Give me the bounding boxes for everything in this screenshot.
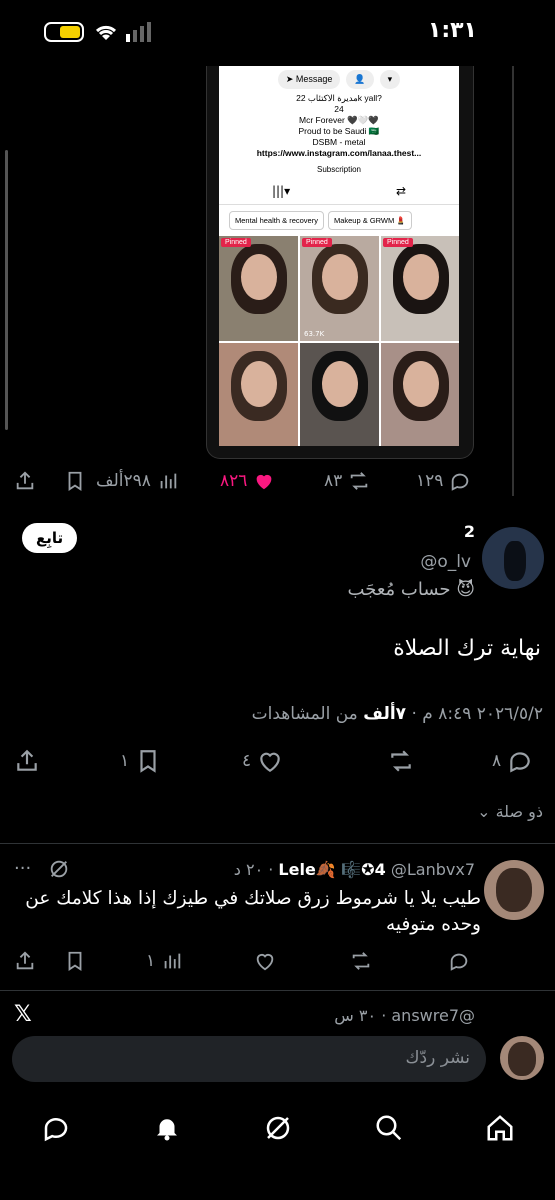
user-handle[interactable]: @o_lv (420, 552, 471, 572)
message-button: ➤ Message (277, 70, 341, 89)
share-button[interactable] (14, 748, 40, 774)
reply-button[interactable]: ٨ (492, 748, 533, 774)
repost-button[interactable]: ٨٣ (324, 470, 370, 492)
follow-button[interactable]: تابِع (22, 523, 78, 553)
display-name[interactable]: 2 (464, 522, 475, 541)
share-button[interactable] (14, 470, 36, 492)
signal-icon (126, 22, 151, 42)
status-bar: ١:٣١ (0, 0, 555, 66)
like-button[interactable]: ٤ (242, 748, 283, 774)
repost-icon (352, 952, 370, 970)
post-text: نهاية ترك الصلاة (393, 636, 541, 661)
share-icon (16, 951, 34, 970)
analytics-icon (164, 953, 181, 969)
video-thumb: Pinned 63.7K (300, 236, 379, 341)
views-button[interactable]: ٢٩٨ألف (96, 470, 179, 492)
battery-icon (44, 22, 84, 42)
chevron-down-icon: ⌄ (477, 802, 491, 821)
wifi-icon (95, 25, 117, 40)
home-icon[interactable] (485, 1113, 515, 1143)
analytics-icon (160, 473, 177, 489)
bookmark-icon (140, 750, 156, 773)
video-thumb: Pinned (381, 236, 459, 341)
avatar[interactable] (484, 860, 544, 920)
thread-connector (512, 66, 514, 496)
notifications-icon[interactable] (152, 1113, 182, 1143)
reply-icon (450, 953, 468, 971)
search-icon[interactable] (374, 1113, 404, 1143)
profile-screenshot: ➤ Message 👤 ▾ مديرة الاكتئاب 22k yall? 2… (219, 66, 459, 446)
heart-icon (260, 752, 280, 773)
bookmark-button[interactable] (64, 470, 86, 492)
chip: Makeup & GRWM 💄 (327, 211, 412, 230)
grok-icon[interactable] (48, 858, 70, 880)
reply-text: طيب يلا يا شرموط زرق صلاتك في طيزك إذا ه… (25, 888, 481, 935)
reply-input[interactable]: نشر ردّك (12, 1036, 486, 1082)
grid-icon: |||▾ (271, 184, 291, 198)
subscription-label: Subscription (316, 165, 362, 174)
repost-icon (351, 472, 368, 490)
repost-button[interactable] (350, 950, 372, 972)
reply-button[interactable]: ١٢٩ (416, 470, 471, 492)
heart-icon (256, 954, 274, 971)
x-logo-icon[interactable]: 𝕏 (14, 1002, 32, 1027)
repost-icon: ⇄ (395, 184, 407, 198)
video-thumb (381, 343, 459, 446)
views-button[interactable]: ١ (146, 950, 183, 972)
bottom-nav (0, 1098, 555, 1158)
repost-icon (391, 750, 411, 772)
post-meta: ٢٠٢٦/٥/٢ ٨:٤٩ م · ٧ألف من المشاهدات (251, 704, 543, 724)
reply-header[interactable]: @answre7 · ٣٠ س (334, 1006, 475, 1025)
profile-tabs: |||▾ ⇄ (219, 184, 459, 205)
profile-link: https://www.instagram.com/lanaa.thest... (256, 148, 422, 158)
grok-icon[interactable] (263, 1113, 293, 1143)
bookmark-icon (68, 471, 82, 491)
scrollbar[interactable] (5, 150, 8, 430)
divider (0, 843, 555, 844)
chevron-down-icon: ▾ (379, 70, 401, 89)
my-avatar[interactable] (500, 1036, 544, 1080)
post-media[interactable]: ➤ Message 👤 ▾ مديرة الاكتئاب 22k yall? 2… (206, 66, 474, 459)
bookmark-button[interactable] (64, 950, 86, 972)
video-thumb (219, 343, 298, 446)
messages-icon[interactable] (41, 1113, 71, 1143)
add-user-icon: 👤 (346, 70, 374, 89)
profile-actions: ➤ Message 👤 ▾ (219, 70, 459, 89)
more-icon[interactable]: ··· (14, 858, 31, 879)
highlight-chips: Mental health & recovery Makeup & GRWM 💄 (219, 211, 459, 230)
divider (0, 990, 555, 991)
share-button[interactable] (14, 950, 36, 972)
profile-bio: مديرة الاكتئاب 22k yall? 24 Mcr Forever … (219, 93, 459, 159)
views-count: ٧ألف (363, 704, 407, 724)
user-bio: 😈 حساب مُعجَب (347, 579, 475, 600)
share-icon (17, 749, 37, 771)
heart-filled-icon (257, 474, 272, 490)
reply-icon (510, 752, 530, 773)
video-grid: Pinned Pinned 63.7K Pinned (219, 236, 459, 446)
reply-icon (452, 473, 469, 491)
reply-button[interactable] (448, 950, 470, 972)
share-icon (16, 471, 34, 490)
bookmark-icon (68, 951, 82, 971)
chip: Mental health & recovery (229, 211, 324, 230)
avatar[interactable] (482, 527, 544, 589)
video-thumb: Pinned (219, 236, 298, 341)
video-thumb (300, 343, 379, 446)
like-button[interactable] (254, 950, 276, 972)
status-time: ١:٣١ (427, 18, 477, 43)
repost-button[interactable] (388, 748, 414, 774)
reply-header[interactable]: Lele🍂 🎼✪4 @Lanbvx7 · ٢٠ د (234, 860, 475, 879)
related-toggle[interactable]: ذو صلة ⌄ (477, 802, 543, 821)
like-button[interactable]: ٨٢٦ (220, 470, 275, 492)
bookmark-button[interactable]: ١ (120, 748, 161, 774)
